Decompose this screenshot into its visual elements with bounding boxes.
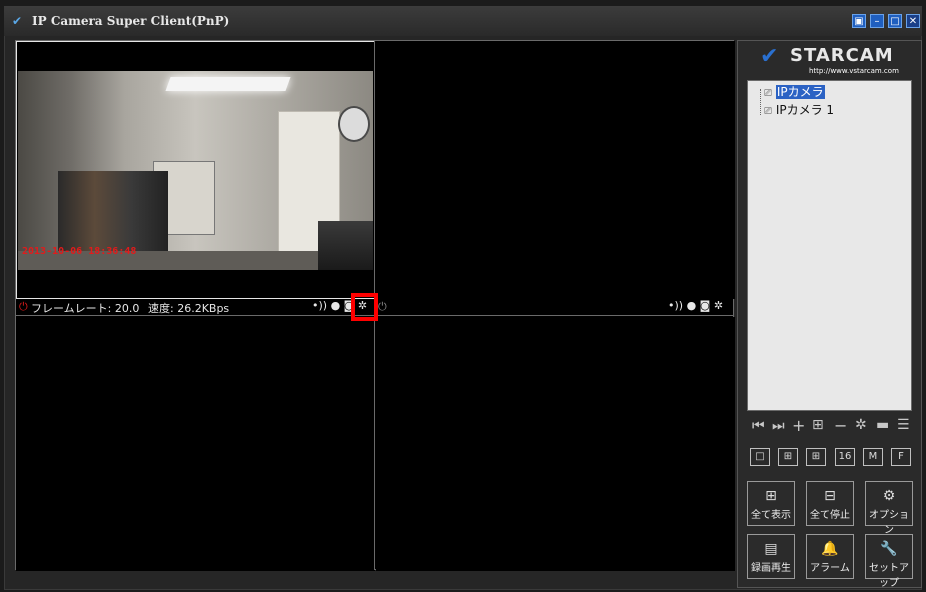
options-icon: ⚙ <box>882 488 896 504</box>
pane2-status-bar: ⏻ •)) ● ◙ ✲ <box>376 298 732 315</box>
maximize-button[interactable]: □ <box>888 14 902 28</box>
title-bar[interactable]: ✔ IP Camera Super Client(PnP) ▣ – □ ✕ <box>4 6 922 36</box>
equipment <box>318 221 373 270</box>
highlight-settings-icon[interactable] <box>351 293 378 321</box>
layout-m-button[interactable]: M <box>863 448 883 466</box>
video-pane-2[interactable] <box>376 41 735 299</box>
tree-item-label: IPカメラ 1 <box>775 103 835 117</box>
brand-name: STARCAM <box>790 45 894 66</box>
power-icon[interactable]: ⏻ <box>378 300 387 314</box>
pane2-tool-icons[interactable]: •)) ● ◙ ✲ <box>668 299 723 312</box>
show-all-button[interactable]: ⊞ 全て表示 <box>747 481 795 526</box>
pane1-status-bar: ⏻ フレームレート: 20.0 速度: 26.2KBps •)) ● ◙ ✲ <box>17 298 373 315</box>
playback-label: 録画再生 <box>751 563 791 574</box>
bitrate: 速度: 26.2KBps <box>148 302 230 315</box>
layout-1-button[interactable]: □ <box>750 448 770 466</box>
layout-9-button[interactable]: ⊞ <box>806 448 826 466</box>
tree-item-ipcamera[interactable]: ⎚ IPカメラ <box>764 83 825 100</box>
wrench-icon: 🔧 <box>880 541 898 557</box>
video-timestamp: 2013-10-06 18:36:48 <box>22 246 137 257</box>
wall-clock <box>338 106 370 142</box>
camera-tree[interactable]: ⎚ IPカメラ ⎚ IPカメラ 1 <box>747 80 912 411</box>
layout-f-button[interactable]: F <box>891 448 911 466</box>
power-icon[interactable]: ⏻ <box>19 300 28 314</box>
panel-icon[interactable]: ▬ <box>876 417 889 433</box>
brand-url: http://www.vstarcam.com <box>809 67 899 75</box>
camera-icon: ⎚ <box>764 106 772 117</box>
alarm-button[interactable]: 🔔 アラーム <box>806 534 854 579</box>
show-all-label: 全て表示 <box>751 510 791 521</box>
skip-start-icon[interactable]: ⏮ <box>752 418 765 434</box>
settings-icon[interactable]: ✲ <box>855 417 867 433</box>
restore-button[interactable]: ▣ <box>852 14 866 28</box>
remove-icon[interactable]: − <box>834 416 847 435</box>
grid-icon: ⊞ <box>765 488 777 504</box>
film-icon: ▤ <box>764 541 778 557</box>
grid-stop-icon: ⊟ <box>824 488 836 504</box>
video-pane-3[interactable] <box>16 317 375 571</box>
camera-icon: ⎚ <box>764 88 772 99</box>
video-pane-4[interactable] <box>376 317 735 571</box>
stop-all-button[interactable]: ⊟ 全て停止 <box>806 481 854 526</box>
options-button[interactable]: ⚙ オプション <box>865 481 913 536</box>
setup-label: セットアップ <box>869 563 909 589</box>
tree-item-ipcamera-1[interactable]: ⎚ IPカメラ 1 <box>764 101 834 118</box>
setup-button[interactable]: 🔧 セットアップ <box>865 534 913 589</box>
options-label: オプション <box>869 510 909 536</box>
add-group-icon[interactable]: ⊞ <box>812 417 824 433</box>
minimize-button[interactable]: – <box>870 14 884 28</box>
bell-icon: 🔔 <box>821 541 839 557</box>
app-logo-icon: ✔ <box>12 14 23 28</box>
playback-button[interactable]: ▤ 録画再生 <box>747 534 795 579</box>
brand-logo: ✔ STARCAM http://www.vstarcam.com <box>760 44 902 78</box>
window-title: IP Camera Super Client(PnP) <box>32 14 230 28</box>
close-button[interactable]: ✕ <box>906 14 920 28</box>
frame-rate: フレームレート: 20.0 <box>31 302 140 315</box>
stop-all-label: 全て停止 <box>810 510 850 521</box>
layout-16-button[interactable]: 16 <box>835 448 855 466</box>
list-icon[interactable]: ☰ <box>897 417 910 433</box>
brand-mark-icon: ✔ <box>760 44 779 69</box>
camera-feed-image <box>18 71 373 270</box>
tree-item-label: IPカメラ <box>775 85 825 99</box>
skip-end-icon[interactable]: ⏭ <box>772 418 785 434</box>
layout-4-button[interactable]: ⊞ <box>778 448 798 466</box>
tree-line <box>760 89 762 115</box>
add-icon[interactable]: + <box>792 416 805 435</box>
alarm-label: アラーム <box>810 563 850 574</box>
ceiling-light <box>165 77 291 91</box>
